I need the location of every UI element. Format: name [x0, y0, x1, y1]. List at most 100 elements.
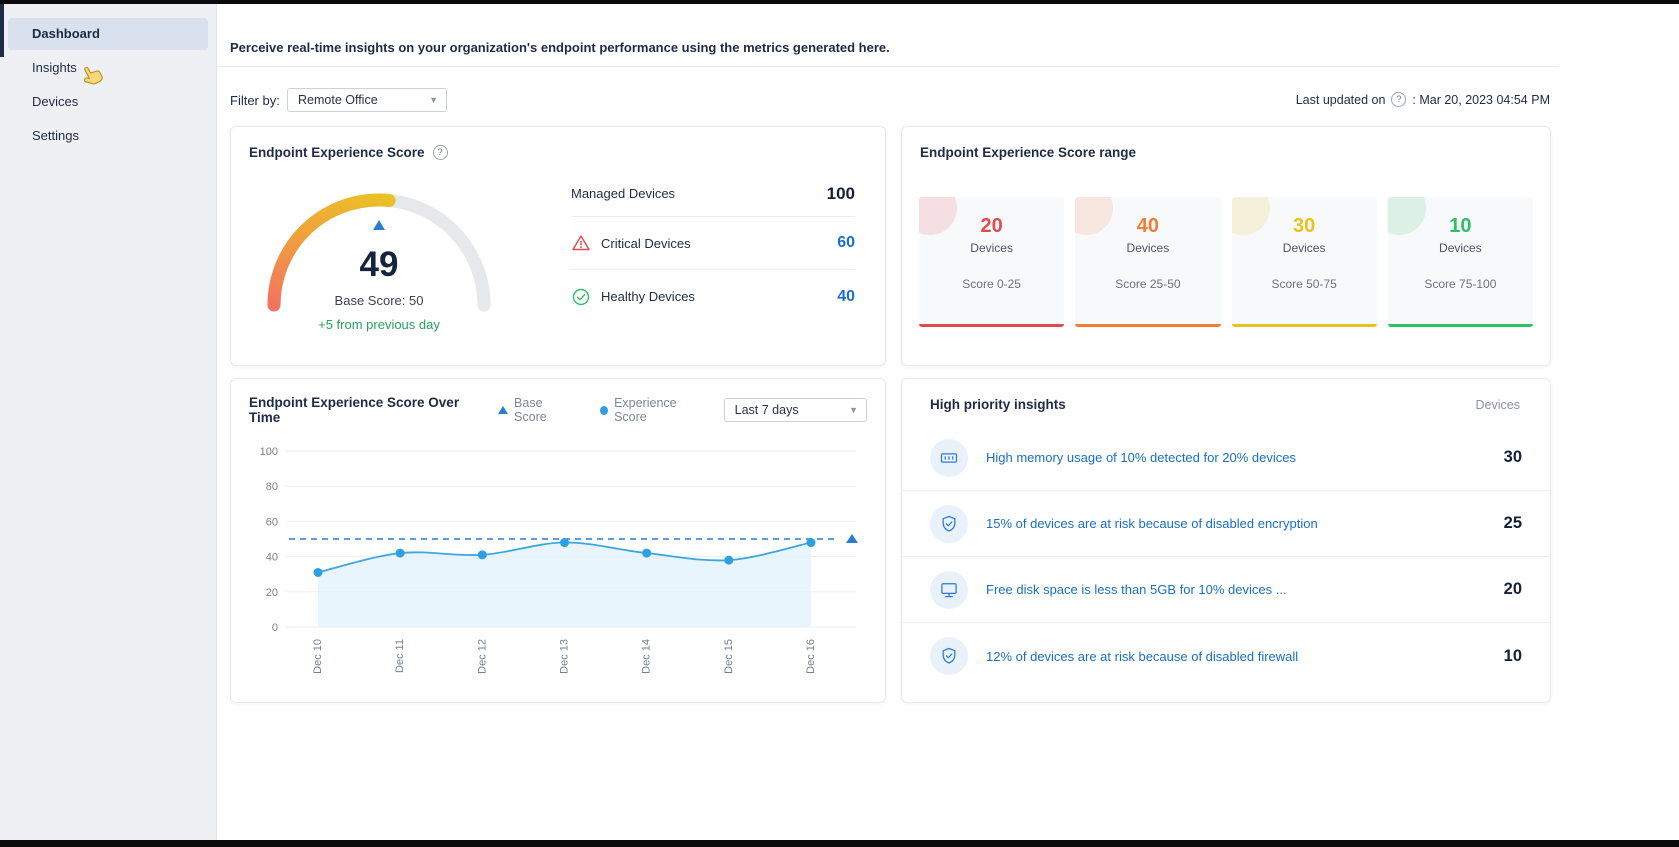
svg-text:40: 40 — [266, 552, 278, 564]
score-trend-chart: 0 20 40 60 80 100 Dec 10 Dec 11 Dec 12 Dec 13 Dec … — [260, 446, 858, 674]
range-devices-label: Devices — [1439, 241, 1482, 255]
stat-value[interactable]: 40 — [837, 288, 855, 306]
shield-check-icon — [930, 504, 968, 543]
insight-row-encryption[interactable]: 15% of devices are at risk because of di… — [902, 491, 1550, 557]
svg-text:80: 80 — [266, 481, 278, 493]
dashboard-main: Perceive real-time insights on your orga… — [217, 4, 1558, 840]
insight-row-firewall[interactable]: 12% of devices are at risk because of di… — [902, 623, 1550, 689]
range-card-title: Endpoint Experience Score range — [920, 145, 1137, 160]
svg-text:Dec 14: Dec 14 — [641, 639, 653, 674]
legend-label: Base Score — [514, 396, 547, 424]
bottom-border-bar — [0, 840, 1679, 847]
range-score-label: Score 0-25 — [962, 277, 1021, 291]
left-scroll-accent — [0, 4, 4, 57]
header-divider — [217, 66, 1558, 67]
sidebar-item-label: Devices — [32, 94, 79, 109]
warning-triangle-icon — [572, 235, 590, 251]
svg-text:Dec 16: Dec 16 — [805, 639, 817, 674]
sidebar-item-label: Settings — [32, 128, 79, 143]
svg-text:Dec 11: Dec 11 — [394, 639, 406, 673]
score-value: 49 — [359, 245, 399, 284]
insight-row-memory[interactable]: High memory usage of 10% detected for 20… — [902, 425, 1550, 491]
critical-devices-row: Critical Devices 60 — [571, 217, 855, 270]
range-score-label: Score 75-100 — [1424, 277, 1497, 291]
page-description: Perceive real-time insights on your orga… — [230, 40, 890, 55]
high-priority-insights-card: High priority insights Devices High memo… — [901, 378, 1551, 703]
score-delta: +5 from previous day — [318, 317, 440, 332]
sidebar-item-insights[interactable]: Insights — [8, 52, 208, 84]
svg-text:0: 0 — [272, 622, 278, 634]
legend-base-score: Base Score — [498, 396, 570, 424]
period-dropdown[interactable]: Last 7 days ▼ — [723, 398, 867, 422]
help-icon[interactable]: ? — [1391, 92, 1407, 107]
legend-label: Experience Score — [614, 396, 677, 424]
stat-label: Critical Devices — [601, 235, 691, 251]
stat-value: 100 — [826, 183, 855, 203]
range-card-0-25[interactable]: 20 Devices Score 0-25 — [919, 197, 1065, 327]
range-devices-label: Devices — [1126, 241, 1170, 255]
insight-device-count: 30 — [1503, 448, 1522, 466]
triangle-marker-icon — [498, 406, 509, 414]
endpoint-score-card: Endpoint Experience Score ? 49 Base Scor… — [230, 126, 886, 366]
base-score-label: Base Score: 50 — [334, 293, 424, 308]
svg-text:Dec 10: Dec 10 — [312, 639, 324, 674]
insight-device-count: 25 — [1503, 514, 1522, 532]
range-card-75-100[interactable]: 10 Devices Score 75-100 — [1387, 197, 1533, 327]
sidebar-item-devices[interactable]: Devices — [8, 86, 208, 118]
insight-link[interactable]: Free disk space is less than 5GB for 10%… — [986, 582, 1287, 597]
stat-label: Managed Devices — [571, 186, 676, 201]
score-stats: Managed Devices 100 Critical Devices 60 … — [571, 171, 855, 323]
stat-label: Healthy Devices — [601, 289, 695, 304]
svg-text:20: 20 — [266, 587, 278, 599]
range-score-label: Score 25-50 — [1115, 277, 1181, 291]
sidebar-item-settings[interactable]: Settings — [8, 120, 208, 152]
insight-device-count: 10 — [1503, 646, 1522, 665]
top-border-bar — [0, 0, 1679, 4]
help-icon[interactable]: ? — [432, 145, 448, 160]
insight-device-count: 20 — [1503, 580, 1522, 598]
stat-value[interactable]: 60 — [837, 234, 855, 252]
sidebar: Dashboard Insights Devices Settings — [0, 4, 217, 840]
filter-dropdown[interactable]: Remote Office ▼ — [287, 88, 447, 112]
legend-experience-score: Experience Score — [600, 396, 702, 424]
last-updated-label: Last updated on — [1295, 92, 1386, 107]
sidebar-item-dashboard[interactable]: Dashboard — [8, 18, 208, 50]
healthy-devices-row: Healthy Devices 40 — [571, 270, 855, 323]
period-dropdown-value: Last 7 days — [734, 403, 799, 417]
insight-row-disk-space[interactable]: Free disk space is less than 5GB for 10%… — [902, 557, 1550, 623]
range-score-label: Score 50-75 — [1271, 277, 1337, 291]
range-card-50-75[interactable]: 30 Devices Score 50-75 — [1231, 197, 1377, 327]
svg-text:Dec 12: Dec 12 — [476, 639, 488, 674]
insights-list: High memory usage of 10% detected for 20… — [902, 425, 1550, 689]
svg-text:60: 60 — [266, 516, 278, 528]
base-score-marker-icon — [373, 220, 385, 230]
shield-check-icon — [930, 637, 968, 675]
sidebar-item-label: Insights — [32, 60, 77, 75]
range-row: 20 Devices Score 0-25 40 Devices Score 2… — [919, 197, 1533, 327]
last-updated-value: : Mar 20, 2023 04:54 PM — [1412, 92, 1550, 107]
range-count: 10 — [1449, 215, 1472, 237]
insight-link[interactable]: 15% of devices are at risk because of di… — [986, 516, 1318, 531]
insights-devices-header: Devices — [1475, 397, 1520, 412]
svg-text:Dec 15: Dec 15 — [723, 639, 735, 674]
range-devices-label: Devices — [1282, 241, 1326, 255]
score-card-title: Endpoint Experience Score — [249, 145, 425, 160]
range-count: 40 — [1136, 215, 1159, 237]
score-over-time-card: Endpoint Experience Score Over Time Base… — [230, 378, 886, 703]
svg-text:100: 100 — [260, 446, 278, 458]
score-gauge: 49 Base Score: 50 +5 from previous day — [259, 185, 499, 365]
svg-text:Dec 13: Dec 13 — [559, 639, 571, 674]
insight-link[interactable]: High memory usage of 10% detected for 20… — [986, 450, 1296, 465]
cursor-hand-icon — [84, 66, 103, 85]
chevron-down-icon: ▼ — [429, 95, 438, 105]
score-range-card: Endpoint Experience Score range 20 Devic… — [901, 126, 1551, 366]
check-circle-icon — [572, 288, 590, 305]
range-card-25-50[interactable]: 40 Devices Score 25-50 — [1075, 197, 1221, 327]
trend-card-title: Endpoint Experience Score Over Time — [249, 395, 460, 425]
filter-by-label: Filter by: — [230, 93, 280, 108]
chevron-down-icon: ▼ — [849, 405, 858, 415]
sidebar-item-label: Dashboard — [32, 26, 100, 41]
last-updated: Last updated on ? : Mar 20, 2023 04:54 P… — [1296, 92, 1550, 107]
insight-link[interactable]: 12% of devices are at risk because of di… — [986, 649, 1298, 664]
filter-dropdown-value: Remote Office — [298, 93, 378, 107]
